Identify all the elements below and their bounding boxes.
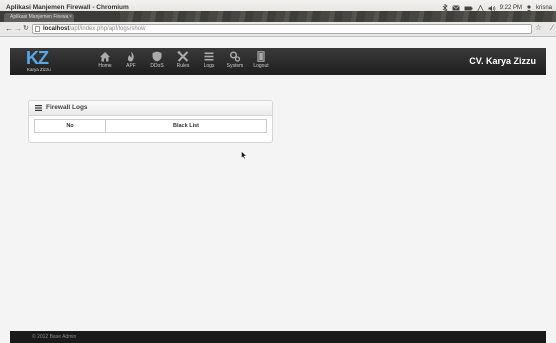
reload-button[interactable]: ↻ <box>23 24 29 34</box>
back-button[interactable]: ← <box>5 24 13 34</box>
tab-label: Aplikasi Manjemen Firewa <box>10 14 69 20</box>
panel-title: Firewall Logs <box>46 104 88 111</box>
wrench-icon[interactable]: ∕ <box>552 23 553 33</box>
battery-icon[interactable] <box>464 6 473 11</box>
url-path: /apf/index.php/apf/logs/show <box>69 26 146 32</box>
shield-icon <box>152 51 162 62</box>
column-header-black-list[interactable]: Black List <box>105 119 267 133</box>
gears-icon <box>229 51 241 62</box>
nav-logout[interactable]: Logout <box>248 49 274 75</box>
logo[interactable]: KZ Karya Zizzu <box>26 48 56 75</box>
address-bar[interactable]: localhost/apf/index.php/apf/logs/show <box>32 24 532 34</box>
flame-icon <box>127 51 134 62</box>
nav-rules[interactable]: Rules <box>170 49 196 75</box>
nav-system[interactable]: System <box>222 49 248 75</box>
nav-label-ddos: DDoS <box>150 63 164 69</box>
table-header-row: No Black List <box>34 119 267 133</box>
tab-close-icon[interactable]: × <box>69 13 72 22</box>
page-icon <box>35 26 40 32</box>
window-title: Aplikasi Manjemen Firewall - Chromium <box>6 4 129 11</box>
nav-apf[interactable]: APF <box>118 49 144 75</box>
column-header-no[interactable]: No <box>34 119 106 133</box>
logs-table: No Black List <box>34 119 267 133</box>
nav-label-logout: Logout <box>253 63 269 69</box>
nav-label-system: System <box>226 63 244 69</box>
nav-label-logs: Logs <box>203 63 215 69</box>
nav-label-home: Home <box>98 63 112 69</box>
page-footer: © 2012 Base Admin <box>10 331 546 343</box>
browser-toolbar: ← → ↻ localhost/apf/index.php/apf/logs/s… <box>0 22 556 37</box>
browser-tab-strip: Aplikasi Manjemen Firewa × <box>0 11 556 22</box>
nav-home[interactable]: Home <box>92 49 118 75</box>
company-name: CV. Karya Zizzu <box>469 56 536 66</box>
app-header: KZ Karya Zizzu Home APF DDoS Rules Logs … <box>10 48 546 75</box>
nav-label-rules: Rules <box>176 63 190 69</box>
nav-ddos[interactable]: DDoS <box>144 49 170 75</box>
bookmark-star-icon[interactable]: ☆ <box>535 23 542 33</box>
url-host: localhost <box>43 26 70 32</box>
titlebar-texture <box>120 11 556 22</box>
tools-icon <box>177 51 189 62</box>
list-icon <box>35 105 42 111</box>
nav-logs[interactable]: Logs <box>196 49 222 75</box>
logo-subtext: Karya Zizzu <box>27 67 51 72</box>
logo-text: KZ <box>26 48 49 68</box>
exit-icon <box>257 51 265 62</box>
mouse-cursor-icon <box>241 151 247 159</box>
firewall-logs-panel: Firewall Logs No Black List <box>28 100 273 143</box>
nav-label-apf: APF <box>126 63 136 69</box>
forward-button[interactable]: → <box>14 24 22 34</box>
footer-copyright: © 2012 Base Admin <box>32 334 77 340</box>
panel-header: Firewall Logs <box>29 101 272 116</box>
browser-tab[interactable]: Aplikasi Manjemen Firewa × <box>4 13 74 22</box>
home-icon <box>100 52 110 62</box>
list-icon <box>204 52 214 61</box>
